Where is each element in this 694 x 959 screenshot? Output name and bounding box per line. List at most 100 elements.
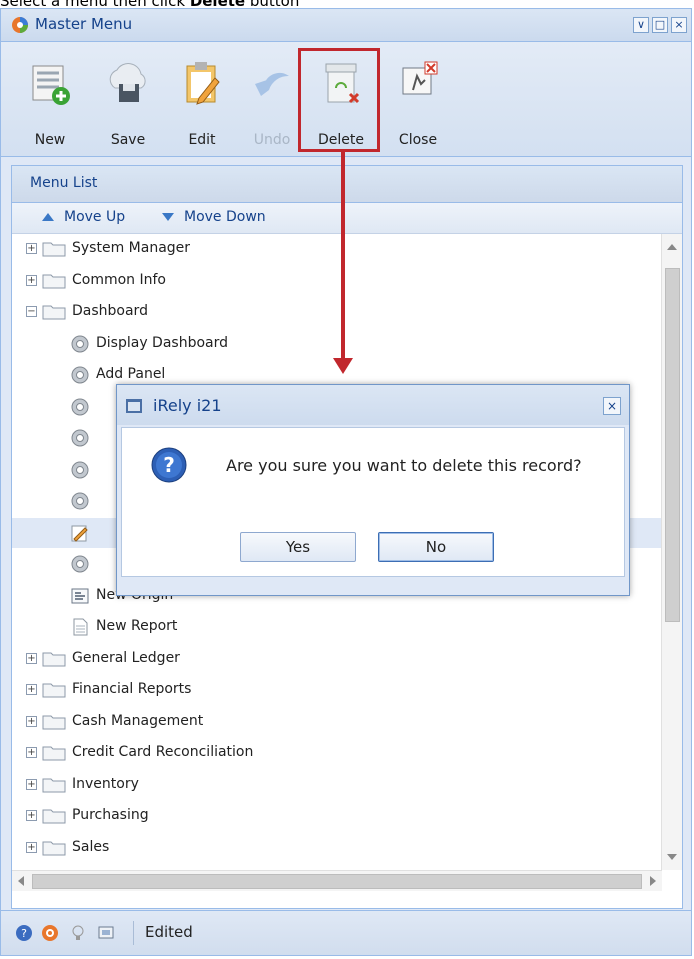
close-window-icon: [402, 61, 438, 95]
report-icon: [70, 617, 90, 637]
question-icon: ?: [151, 447, 187, 483]
tree-item-label: Cash Management: [72, 712, 204, 729]
tree-item-label: Sales: [72, 838, 110, 855]
tree-folder-row[interactable]: + Sales: [12, 833, 662, 863]
app-logo-icon: [12, 17, 28, 33]
tree-folder-row[interactable]: + General Ledger: [12, 644, 662, 674]
status-bar: ? Edited: [1, 910, 691, 955]
vertical-scrollbar[interactable]: [661, 234, 682, 870]
tip-icon[interactable]: [69, 924, 87, 942]
tree-folder-row[interactable]: + Inventory: [12, 770, 662, 800]
tree-folder-row[interactable]: + Credit Card Reconciliation: [12, 738, 662, 768]
close-button[interactable]: Close: [387, 50, 449, 150]
expand-icon[interactable]: +: [26, 274, 37, 286]
status-divider: [133, 921, 134, 945]
move-down-button[interactable]: Move Down: [162, 209, 266, 225]
svg-text:?: ?: [163, 453, 175, 477]
collapse-icon[interactable]: −: [26, 306, 37, 317]
down-arrow-icon: [162, 213, 174, 221]
no-button[interactable]: No: [378, 532, 494, 562]
dialog-title: iRely i21: [153, 396, 222, 415]
tree-item-label: New Report: [96, 618, 178, 634]
expand-icon[interactable]: +: [26, 778, 37, 790]
edit-button-label: Edit: [188, 132, 216, 148]
undo-icon: [255, 72, 289, 96]
hscroll-thumb[interactable]: [32, 874, 642, 889]
tree-folder-row[interactable]: + Purchasing: [12, 801, 662, 831]
edit-icon: [186, 62, 220, 105]
annotation-arrow: [341, 150, 345, 362]
tree-item-label: System Manager: [72, 240, 191, 256]
tree-item-label: Credit Card Reconciliation: [72, 744, 254, 760]
save-button[interactable]: Save: [97, 50, 159, 150]
support-icon[interactable]: [41, 924, 59, 942]
expand-icon[interactable]: +: [26, 243, 37, 254]
folder-icon: [42, 682, 66, 698]
tree-folder-row[interactable]: − Dashboard: [12, 297, 662, 327]
gear-icon: [70, 491, 90, 511]
irely-window-icon: [126, 399, 142, 413]
tree-folder-row[interactable]: + Cash Management: [12, 707, 662, 737]
gear-icon: [70, 397, 90, 417]
tree-item-label: Purchasing: [72, 807, 149, 823]
move-up-button[interactable]: Move Up: [42, 209, 125, 225]
edit-button[interactable]: Edit: [171, 50, 233, 150]
tree-item-label: Add Panel: [96, 366, 166, 382]
expand-icon[interactable]: +: [26, 715, 37, 727]
dialog-message: Are you sure you want to delete this rec…: [226, 456, 582, 475]
folder-icon: [42, 651, 66, 667]
folder-icon: [42, 777, 66, 793]
close-icon[interactable]: ×: [671, 17, 687, 33]
tree-item-label: General Ledger: [72, 649, 180, 666]
tree-folder-row[interactable]: + Financial Reports: [12, 675, 662, 705]
window-title: Master Menu: [35, 15, 133, 33]
confirm-dialog: iRely i21 × ? Are you sure you want to d…: [116, 384, 630, 596]
scroll-left-icon[interactable]: [18, 876, 24, 886]
help-icon[interactable]: ?: [15, 924, 33, 942]
expand-icon[interactable]: +: [26, 684, 37, 695]
move-toolbar: Move Up Move Down: [12, 203, 682, 234]
tree-item-label: Dashboard: [72, 303, 148, 319]
gear-icon: [70, 428, 90, 448]
form-icon: [70, 586, 90, 606]
new-button[interactable]: New: [19, 50, 81, 150]
dialog-titlebar[interactable]: iRely i21 ×: [117, 385, 629, 425]
dialog-body: ? Are you sure you want to delete this r…: [121, 427, 625, 577]
gear-icon: [70, 554, 90, 574]
horizontal-scrollbar[interactable]: [12, 870, 662, 891]
restore-icon[interactable]: ∨: [633, 17, 649, 33]
edit-screen-icon: [70, 523, 90, 543]
screen-icon[interactable]: [97, 924, 115, 942]
maximize-icon[interactable]: □: [652, 17, 668, 33]
scroll-down-icon[interactable]: [667, 854, 677, 860]
gear-icon: [70, 460, 90, 480]
yes-button[interactable]: Yes: [240, 532, 356, 562]
scroll-up-icon[interactable]: [667, 244, 677, 250]
folder-icon: [42, 808, 66, 824]
expand-icon[interactable]: +: [26, 652, 37, 664]
folder-icon: [42, 714, 66, 730]
expand-icon[interactable]: +: [26, 747, 37, 758]
delete-highlight-box: [298, 48, 380, 152]
dialog-close-icon[interactable]: ×: [603, 397, 621, 415]
up-arrow-icon: [42, 213, 54, 221]
tree-folder-row[interactable]: + Common Info: [12, 266, 662, 296]
expand-icon[interactable]: +: [26, 841, 37, 853]
scroll-right-icon[interactable]: [650, 876, 656, 886]
annotation-arrow-head: [333, 358, 353, 374]
tree-leaf-row[interactable]: New Report: [12, 612, 662, 642]
window-titlebar[interactable]: Master Menu ∨ □ ×: [1, 9, 691, 42]
tree-item-label: Inventory: [72, 775, 139, 792]
expand-icon[interactable]: +: [26, 810, 37, 821]
gear-icon: [70, 334, 90, 354]
scroll-thumb[interactable]: [665, 268, 680, 622]
tree-folder-row[interactable]: + System Manager: [12, 234, 662, 264]
folder-icon: [42, 745, 66, 761]
svg-text:?: ?: [21, 927, 27, 940]
tree-leaf-row[interactable]: Display Dashboard: [12, 329, 662, 359]
panel-header: Menu List: [12, 166, 682, 203]
move-up-label: Move Up: [64, 209, 126, 225]
undo-button[interactable]: Undo: [241, 50, 303, 150]
new-icon: [32, 65, 70, 105]
folder-icon: [42, 241, 66, 257]
